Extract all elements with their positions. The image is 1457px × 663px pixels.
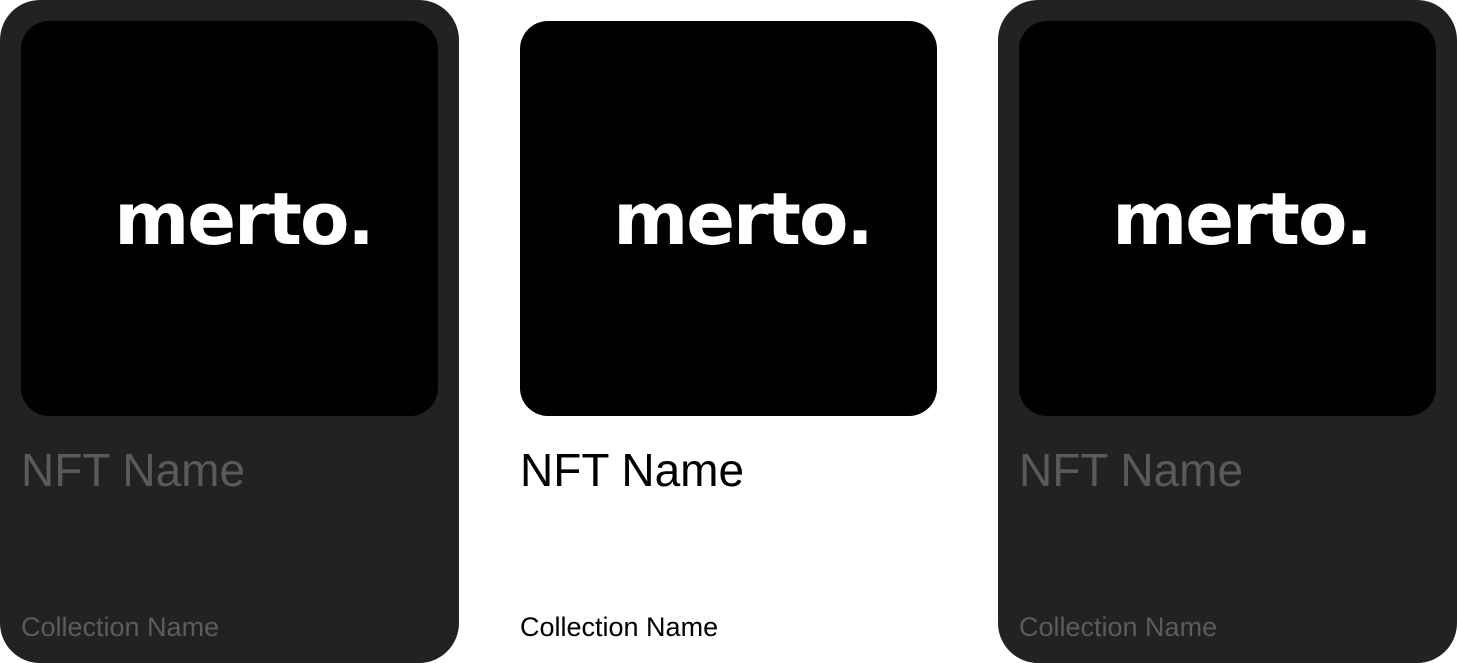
nft-card-1[interactable]: merto. NFT Name Collection Name	[0, 0, 459, 663]
collection-name: Collection Name	[520, 612, 719, 642]
nft-artwork[interactable]: merto.	[520, 21, 937, 416]
collection-name: Collection Name	[21, 612, 220, 642]
merto-logo: merto.	[114, 176, 375, 261]
nft-artwork[interactable]: merto.	[21, 21, 438, 416]
nft-name: NFT Name	[1019, 444, 1244, 496]
merto-logo: merto.	[1112, 176, 1373, 261]
nft-name: NFT Name	[520, 444, 745, 496]
nft-card-3[interactable]: merto. NFT Name Collection Name	[998, 0, 1457, 663]
nft-artwork[interactable]: merto.	[1019, 21, 1436, 416]
nft-name: NFT Name	[21, 444, 246, 496]
collection-name: Collection Name	[1019, 612, 1218, 642]
nft-card-2[interactable]: merto. NFT Name Collection Name	[499, 0, 958, 663]
merto-logo: merto.	[613, 176, 874, 261]
